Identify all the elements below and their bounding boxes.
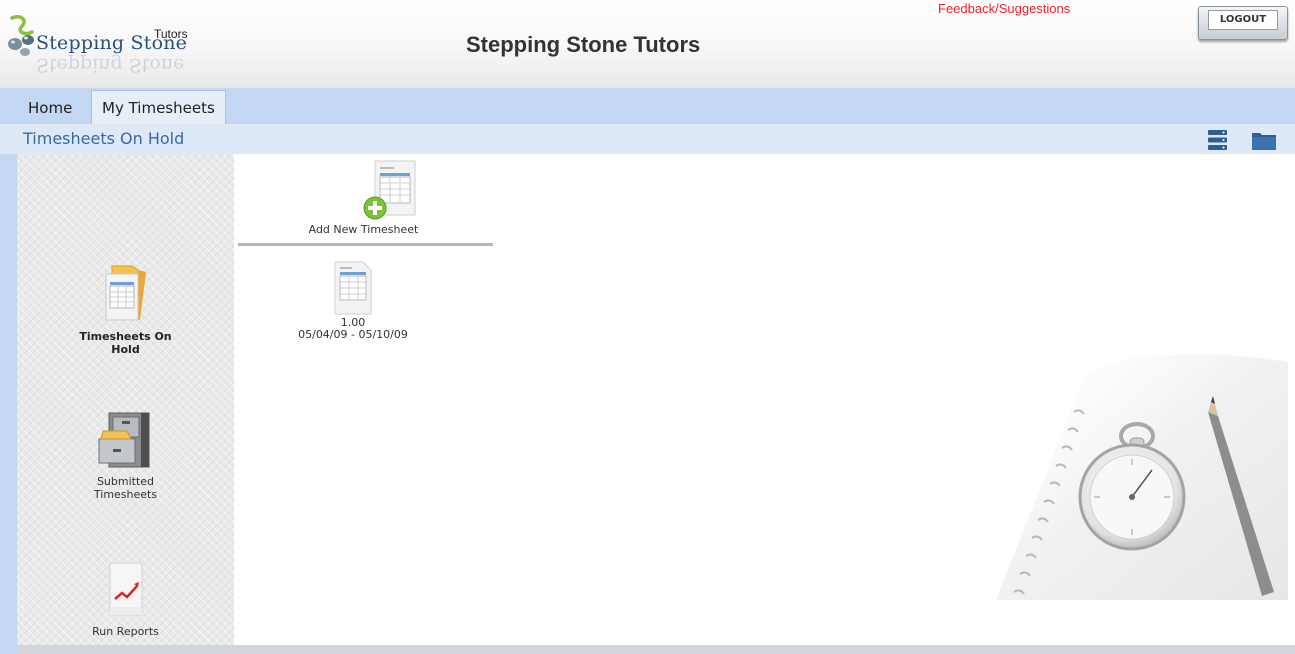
filing-cabinet-icon (98, 412, 149, 468)
site-title: Stepping Stone Tutors (466, 32, 701, 57)
add-timesheet-icon (363, 160, 416, 220)
divider (238, 243, 493, 246)
timesheet-item[interactable]: 1.00 05/04/09 - 05/10/09 (278, 261, 428, 341)
folder-view-icon[interactable] (1251, 129, 1277, 151)
feedback-link[interactable]: Feedback/Suggestions (938, 1, 1070, 16)
sidebar-item-label: Timesheets On Hold (79, 330, 172, 356)
sidebar-nav: Timesheets On Hold Submitted Timesheets (17, 154, 234, 645)
app-window: Tutors Stepping Stone Stepping Stone Ste… (0, 0, 1295, 654)
add-new-timesheet-label: Add New Timesheet (308, 223, 419, 236)
sidebar-item-timesheets-on-hold[interactable]: Timesheets On Hold (17, 264, 234, 356)
section-title: Timesheets On Hold (23, 129, 185, 148)
bottom-scroll-bar (17, 645, 1295, 654)
sidebar-item-label: Submitted Timesheets (93, 475, 158, 501)
page-header: Tutors Stepping Stone Stepping Stone Ste… (0, 0, 1295, 88)
sidebar-item-submitted-timesheets[interactable]: Submitted Timesheets (17, 411, 234, 501)
list-view-icon[interactable] (1207, 129, 1228, 151)
logout-label: LOGOUT (1208, 10, 1278, 30)
stopwatch-illustration (996, 354, 1288, 600)
report-chart-icon (109, 562, 142, 616)
tab-home[interactable]: Home (28, 88, 72, 124)
logout-button[interactable]: LOGOUT (1198, 6, 1288, 40)
timesheets-on-hold-icon (105, 265, 146, 321)
left-strip (0, 154, 17, 654)
sidebar-item-run-reports[interactable]: Run Reports (17, 561, 234, 638)
main-tabs: Home My Timesheets (0, 88, 1295, 126)
tab-my-timesheets[interactable]: My Timesheets (91, 90, 226, 126)
section-header: Timesheets On Hold (0, 124, 1295, 154)
logo-reflection: Stepping Stone (36, 54, 185, 76)
timesheet-content: Add New Timesheet 1.00 05/04/09 - 05/10/… (234, 154, 1295, 645)
add-new-timesheet-button[interactable]: Add New Timesheet (234, 154, 493, 247)
timesheet-document-icon (334, 261, 372, 315)
site-logo[interactable]: Tutors Stepping Stone Stepping Stone (6, 8, 196, 80)
timesheet-date-range: 05/04/09 - 05/10/09 (298, 328, 408, 341)
sidebar-item-label: Run Reports (92, 625, 159, 638)
logo-wordmark: Stepping Stone (36, 32, 188, 54)
